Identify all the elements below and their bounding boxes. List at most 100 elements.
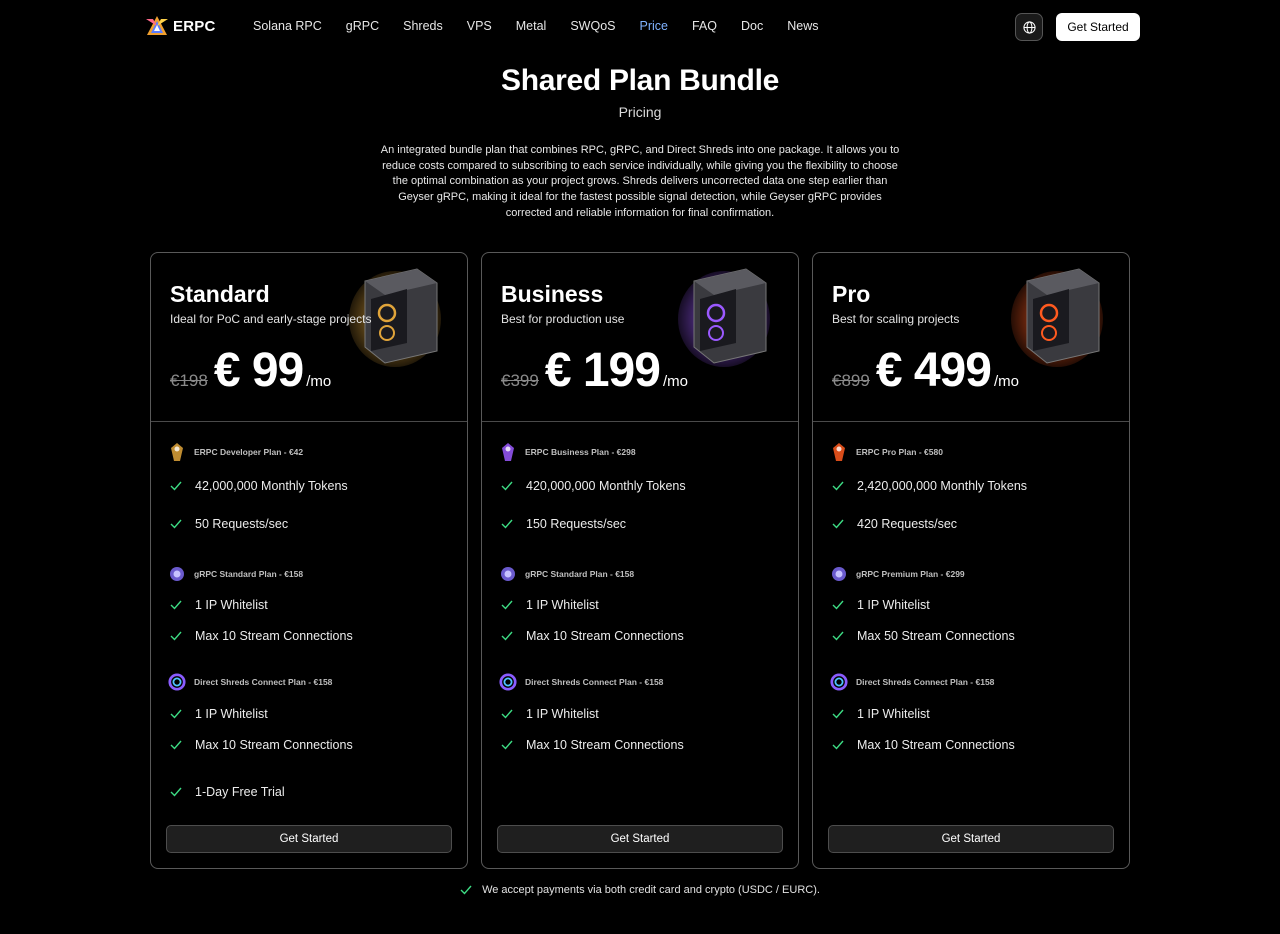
feature-item: 50 Requests/sec	[170, 517, 288, 531]
price-row: €399 € 199/mo	[501, 343, 688, 398]
nav-link-swqos[interactable]: SWQoS	[570, 19, 615, 33]
get-started-button[interactable]: Get Started	[828, 825, 1114, 853]
get-started-nav-button[interactable]: Get Started	[1056, 13, 1140, 41]
feature-item: 1 IP Whitelist	[501, 598, 599, 612]
rpc-plan-icon	[833, 443, 845, 461]
plan-card-header: Pro Best for scaling projects €899 € 499/mo	[813, 253, 1129, 422]
feature-item: 150 Requests/sec	[501, 517, 626, 531]
shreds-plan-header: Direct Shreds Connect Plan - €158	[830, 672, 994, 692]
nav-link-solana-rpc[interactable]: Solana RPC	[253, 19, 322, 33]
plan-description: Ideal for PoC and early-stage projects	[170, 312, 372, 326]
rpc-plan-header: ERPC Business Plan - €298	[499, 442, 636, 462]
nav-link-price[interactable]: Price	[640, 19, 668, 33]
plan-card-standard: Standard Ideal for PoC and early-stage pr…	[150, 252, 468, 869]
plan-description: Best for production use	[501, 312, 625, 326]
feature-item: Max 10 Stream Connections	[170, 738, 353, 752]
check-icon	[832, 740, 844, 750]
feature-text: 1 IP Whitelist	[195, 707, 268, 721]
feature-item: Max 10 Stream Connections	[170, 629, 353, 643]
rpc-plan-title: ERPC Developer Plan - €42	[194, 447, 304, 457]
price-row: €899 € 499/mo	[832, 343, 1019, 398]
price-period: /mo	[993, 373, 1019, 390]
check-icon	[170, 631, 182, 641]
grpc-plan-header: gRPC Premium Plan - €299	[830, 564, 965, 584]
check-icon	[501, 740, 513, 750]
feature-item: 1 IP Whitelist	[170, 598, 268, 612]
nav-link-faq[interactable]: FAQ	[692, 19, 717, 33]
check-icon	[170, 709, 182, 719]
shreds-plan-title: Direct Shreds Connect Plan - €158	[525, 677, 664, 687]
feature-item: Max 10 Stream Connections	[832, 738, 1015, 752]
page-description: An integrated bundle plan that combines …	[380, 144, 900, 219]
feature-item: 42,000,000 Monthly Tokens	[170, 479, 348, 493]
plan-card-header: Standard Ideal for PoC and early-stage pr…	[151, 253, 467, 422]
plan-card-body: ERPC Pro Plan - €580 2,420,000,000 Monthl…	[813, 422, 1129, 868]
plan-card-body: ERPC Business Plan - €298 420,000,000 Mon…	[482, 422, 798, 868]
get-started-button[interactable]: Get Started	[166, 825, 452, 853]
feature-text: 50 Requests/sec	[195, 517, 289, 531]
feature-item: 1 IP Whitelist	[170, 707, 268, 721]
feature-text: Max 10 Stream Connections	[526, 629, 684, 643]
rpc-plan-title: ERPC Pro Plan - €580	[856, 447, 943, 457]
erpc-logo-icon	[145, 14, 169, 38]
feature-item: Max 10 Stream Connections	[501, 738, 684, 752]
feature-text: 1 IP Whitelist	[526, 707, 599, 721]
old-price: €899	[832, 371, 870, 390]
feature-item: 420 Requests/sec	[832, 517, 957, 531]
language-button[interactable]	[1015, 13, 1043, 41]
top-nav: ERPC Solana RPC gRPC Shreds VPS Metal SW…	[0, 0, 1280, 54]
rpc-plan-title: ERPC Business Plan - €298	[525, 447, 636, 457]
shreds-plan-title: Direct Shreds Connect Plan - €158	[194, 677, 333, 687]
plan-card-header: Business Best for production use €399 € 199…	[482, 253, 798, 422]
server-case-image	[676, 263, 772, 367]
feature-text: 420,000,000 Monthly Tokens	[526, 479, 686, 493]
feature-text: 1 IP Whitelist	[526, 598, 599, 612]
nav-link-metal[interactable]: Metal	[516, 19, 547, 33]
feature-text: 1 IP Whitelist	[857, 707, 930, 721]
feature-text: 42,000,000 Monthly Tokens	[195, 479, 348, 493]
plan-description: Best for scaling projects	[832, 312, 960, 326]
check-icon	[170, 519, 182, 529]
check-icon	[170, 787, 182, 797]
feature-text: 1 IP Whitelist	[195, 598, 268, 612]
feature-text: 420 Requests/sec	[857, 517, 958, 531]
feature-item: 1 IP Whitelist	[501, 707, 599, 721]
page-subtitle: Pricing	[618, 104, 662, 120]
plan-name: Standard	[170, 281, 270, 307]
price-period: /mo	[306, 373, 332, 390]
check-icon	[832, 631, 844, 641]
get-started-button[interactable]: Get Started	[497, 825, 783, 853]
shreds-plan-title: Direct Shreds Connect Plan - €158	[856, 677, 995, 687]
payment-note-text: We accept payments via both credit card …	[482, 884, 820, 896]
feature-item: 2,420,000,000 Monthly Tokens	[832, 479, 1027, 493]
nav-links: Solana RPC gRPC Shreds VPS Metal SWQoS P…	[253, 19, 843, 33]
shreds-plan-icon	[168, 673, 186, 691]
server-case-image	[1009, 263, 1105, 367]
logo[interactable]: ERPC	[145, 14, 215, 38]
shreds-plan-header: Direct Shreds Connect Plan - €158	[499, 672, 663, 692]
nav-link-grpc[interactable]: gRPC	[346, 19, 379, 33]
logo-text: ERPC	[173, 17, 216, 35]
plan-card-pro: Pro Best for scaling projects €899 € 499/mo…	[812, 252, 1130, 869]
grpc-plan-header: gRPC Standard Plan - €158	[499, 564, 634, 584]
feature-text: Max 50 Stream Connections	[857, 629, 1015, 643]
rpc-plan-icon	[502, 443, 514, 461]
check-icon	[501, 631, 513, 641]
nav-link-news[interactable]: News	[787, 19, 818, 33]
page-title: Shared Plan Bundle	[501, 64, 779, 97]
nav-link-vps[interactable]: VPS	[467, 19, 492, 33]
rpc-plan-header: ERPC Developer Plan - €42	[168, 442, 303, 462]
free-trial-text: 1-Day Free Trial	[195, 785, 285, 799]
rpc-plan-header: ERPC Pro Plan - €580	[830, 442, 943, 462]
check-icon	[501, 481, 513, 491]
check-icon	[170, 600, 182, 610]
nav-link-shreds[interactable]: Shreds	[403, 19, 443, 33]
check-icon	[170, 740, 182, 750]
feature-item: Max 10 Stream Connections	[501, 629, 684, 643]
nav-link-doc[interactable]: Doc	[741, 19, 763, 33]
grpc-plan-icon	[170, 567, 184, 581]
check-icon	[832, 600, 844, 610]
feature-item: 1-Day Free Trial	[170, 785, 285, 799]
plan-name: Pro	[832, 281, 871, 307]
plan-card-body: ERPC Developer Plan - €42 42,000,000 Mont…	[151, 422, 467, 868]
